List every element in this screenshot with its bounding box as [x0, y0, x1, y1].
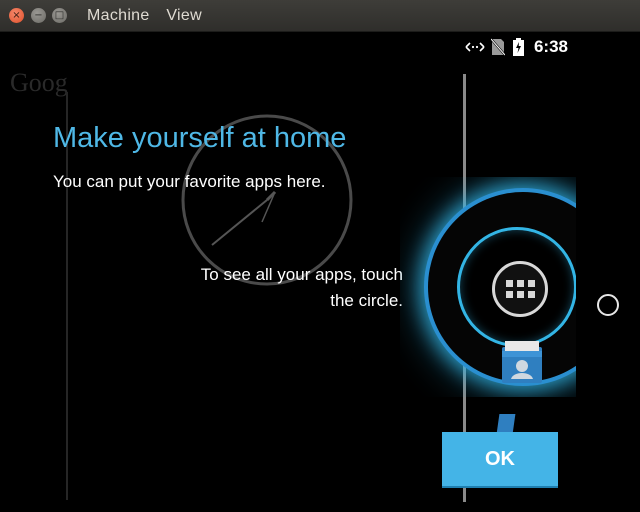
menu-view[interactable]: View	[166, 7, 202, 24]
grid-dot	[527, 280, 535, 287]
google-search-bar-ghost: Goog	[10, 68, 68, 97]
maximize-icon: □	[54, 9, 65, 21]
close-icon: ×	[12, 9, 21, 21]
cling-hint: To see all your apps, touch the circle.	[143, 262, 403, 314]
no-sim-icon	[490, 38, 505, 56]
minimize-icon: −	[34, 9, 43, 21]
cling-title: Make yourself at home	[53, 122, 347, 154]
grid-dot	[505, 280, 513, 287]
minimize-window-button[interactable]: −	[31, 8, 46, 23]
contacts-app-icon[interactable]	[499, 339, 545, 385]
cling-hint-line-2: the circle.	[330, 291, 403, 310]
hotseat-highlight	[400, 177, 576, 397]
partial-app-icon	[496, 414, 516, 434]
grid-dot	[527, 291, 535, 298]
grid-dot	[516, 291, 524, 298]
cling-hint-line-1: To see all your apps, touch	[200, 265, 403, 284]
maximize-window-button[interactable]: □	[52, 8, 67, 23]
android-screen: 6:38 Goog Make yourself at home You can …	[0, 32, 640, 512]
menu-machine[interactable]: Machine	[87, 7, 150, 24]
status-bar: 6:38	[465, 37, 568, 57]
status-clock: 6:38	[533, 37, 568, 56]
window-titlebar: × − □ Machine View	[0, 0, 640, 32]
close-window-button[interactable]: ×	[9, 8, 24, 23]
grid-dot	[505, 291, 513, 298]
grid-dot	[516, 280, 524, 287]
all-apps-button[interactable]	[492, 261, 548, 317]
data-transfer-icon	[465, 40, 485, 54]
cling-subtitle: You can put your favorite apps here.	[53, 172, 326, 191]
menubar: Machine View	[87, 7, 214, 25]
side-page-indicator-circle	[597, 294, 619, 316]
ok-button[interactable]: OK	[442, 432, 558, 486]
battery-charging-icon	[512, 38, 524, 56]
